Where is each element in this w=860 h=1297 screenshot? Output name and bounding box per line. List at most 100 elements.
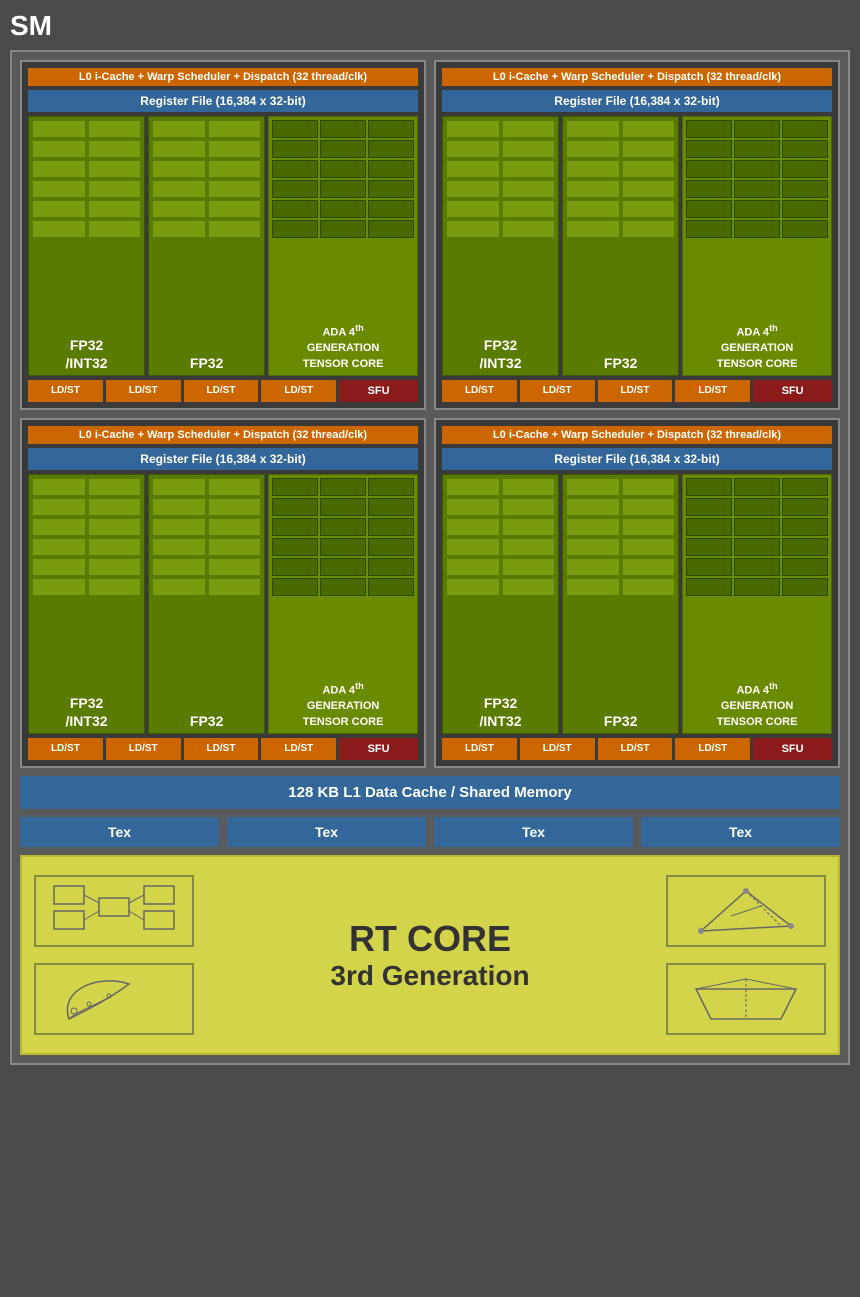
cell — [782, 220, 828, 238]
cell — [320, 538, 366, 556]
cell — [88, 498, 142, 516]
cell — [272, 478, 318, 496]
fp32-int32-unit-1: FP32/INT32 — [28, 116, 145, 376]
cell — [622, 558, 676, 576]
cell — [368, 558, 414, 576]
tex-unit-3: Tex — [434, 817, 633, 847]
cell — [88, 220, 142, 238]
cell — [782, 200, 828, 218]
fp32-int32-unit-4: FP32/INT32 — [442, 474, 559, 734]
wireframe-diagram-svg — [681, 969, 811, 1029]
cell — [734, 120, 780, 138]
bvh-diagram-svg — [49, 881, 179, 941]
cell — [32, 518, 86, 536]
cell — [782, 578, 828, 596]
cell — [566, 498, 620, 516]
tensor-core-1: ADA 4thGENERATIONTENSOR CORE — [268, 116, 418, 376]
cell — [208, 220, 262, 238]
cell — [502, 120, 556, 138]
rt-diagram-right — [666, 875, 826, 1035]
cell — [320, 200, 366, 218]
rt-diagram-left — [34, 875, 194, 1035]
cell — [32, 578, 86, 596]
cell — [622, 180, 676, 198]
cell — [208, 558, 262, 576]
cell — [446, 578, 500, 596]
cell — [446, 120, 500, 138]
compute-units-3: FP32/INT32 FP32 — [28, 474, 418, 734]
cell — [32, 478, 86, 496]
cell — [88, 160, 142, 178]
cell — [152, 120, 206, 138]
rt-core-inner: RT CORE 3rd Generation — [34, 875, 826, 1035]
cell — [32, 220, 86, 238]
cell — [686, 478, 732, 496]
rt-diagram-bottom-right — [666, 963, 826, 1035]
fp32-int32-label-2: FP32/INT32 — [446, 336, 555, 372]
tensor-core-3: ADA 4thGENERATIONTENSOR CORE — [268, 474, 418, 734]
cell — [32, 140, 86, 158]
cell — [502, 578, 556, 596]
cell — [782, 140, 828, 158]
fp32-unit-1: FP32 — [148, 116, 265, 376]
register-file-bar-3: Register File (16,384 x 32-bit) — [28, 448, 418, 470]
cell — [734, 200, 780, 218]
l0-cache-bar-3: L0 i-Cache + Warp Scheduler + Dispatch (… — [28, 426, 418, 444]
cell — [686, 558, 732, 576]
cell — [446, 140, 500, 158]
cell — [32, 180, 86, 198]
cell — [88, 558, 142, 576]
cell — [272, 518, 318, 536]
sfu-1: SFU — [339, 380, 418, 402]
tex-unit-4: Tex — [641, 817, 840, 847]
cell — [446, 180, 500, 198]
cell — [502, 478, 556, 496]
cell — [686, 498, 732, 516]
cell — [566, 120, 620, 138]
cell — [622, 220, 676, 238]
cell — [320, 558, 366, 576]
cell — [368, 498, 414, 516]
cell — [502, 220, 556, 238]
cell — [782, 120, 828, 138]
compute-units-1: FP32/INT32 FP32 — [28, 116, 418, 376]
rt-diagram-top-left — [34, 875, 194, 947]
cell — [320, 518, 366, 536]
compute-units-4: FP32/INT32 FP32 — [442, 474, 832, 734]
cell — [734, 578, 780, 596]
cell — [734, 478, 780, 496]
cell — [152, 518, 206, 536]
cell — [152, 180, 206, 198]
rt-diagram-top-right — [666, 875, 826, 947]
ldst-4d: LD/ST — [675, 738, 750, 760]
cell — [566, 478, 620, 496]
cell — [502, 140, 556, 158]
ldst-1b: LD/ST — [106, 380, 181, 402]
cell — [152, 498, 206, 516]
tensor-label-4: ADA 4thGENERATIONTENSOR CORE — [686, 680, 828, 730]
cell — [502, 518, 556, 536]
cell — [734, 220, 780, 238]
cell — [734, 558, 780, 576]
cell — [566, 578, 620, 596]
cell — [566, 160, 620, 178]
cell — [446, 478, 500, 496]
register-file-bar-2: Register File (16,384 x 32-bit) — [442, 90, 832, 112]
cell — [208, 200, 262, 218]
cell — [502, 558, 556, 576]
fp32-int32-unit-3: FP32/INT32 — [28, 474, 145, 734]
register-file-bar-4: Register File (16,384 x 32-bit) — [442, 448, 832, 470]
cell — [152, 140, 206, 158]
cell — [502, 180, 556, 198]
cell — [272, 220, 318, 238]
sfu-2: SFU — [753, 380, 832, 402]
register-file-bar-1: Register File (16,384 x 32-bit) — [28, 90, 418, 112]
cell — [446, 518, 500, 536]
cell — [734, 160, 780, 178]
cell — [566, 518, 620, 536]
cell — [88, 478, 142, 496]
cell — [272, 578, 318, 596]
cell — [88, 578, 142, 596]
ldst-3d: LD/ST — [261, 738, 336, 760]
ldst-4c: LD/ST — [598, 738, 673, 760]
